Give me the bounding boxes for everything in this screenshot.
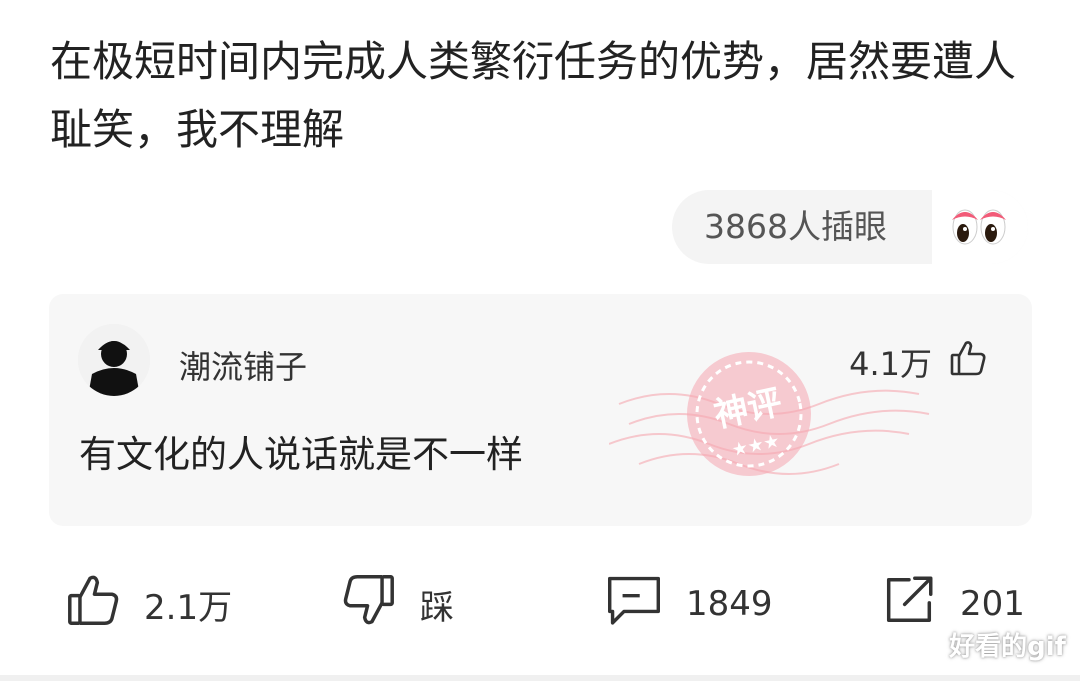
comment-like-count: 4.1万 xyxy=(849,345,932,383)
thumbs-down-icon xyxy=(340,571,398,638)
peek-button[interactable]: 3868人插眼 xyxy=(672,190,1028,264)
comment-icon xyxy=(604,571,664,638)
hot-comment-card[interactable]: 神评 ★★★ 潮流铺子 4.1万 有文化的人说话就是不一样 xyxy=(49,294,1032,526)
like-count: 2.1万 xyxy=(144,587,233,628)
comment-count: 1849 xyxy=(686,584,773,624)
thumbs-up-icon xyxy=(948,338,988,386)
like-button[interactable]: 2.1万 xyxy=(64,574,232,634)
dislike-button[interactable]: 踩 xyxy=(340,574,454,634)
comment-username[interactable]: 潮流铺子 xyxy=(179,342,307,388)
watermark: 好看的gif xyxy=(949,632,1066,662)
comment-like-button[interactable]: 4.1万 xyxy=(849,340,988,384)
eyes-icon xyxy=(932,190,1028,264)
avatar[interactable] xyxy=(78,324,150,396)
thumbs-up-icon xyxy=(64,571,122,638)
dislike-label: 踩 xyxy=(420,587,454,628)
comment-text: 有文化的人说话就是不一样 xyxy=(79,433,523,476)
comment-button[interactable]: 1849 xyxy=(604,574,773,634)
peek-count-label: 3868人插眼 xyxy=(704,207,887,246)
action-bar: 2.1万 踩 1849 201 xyxy=(0,560,1080,650)
share-count: 201 xyxy=(960,584,1025,624)
bottom-divider xyxy=(0,675,1080,681)
share-icon xyxy=(880,571,938,638)
post-title: 在极短时间内完成人类繁衍任务的优势，居然要遭人耻笑，我不理解 xyxy=(50,37,1017,154)
share-button[interactable]: 201 xyxy=(880,574,1025,634)
